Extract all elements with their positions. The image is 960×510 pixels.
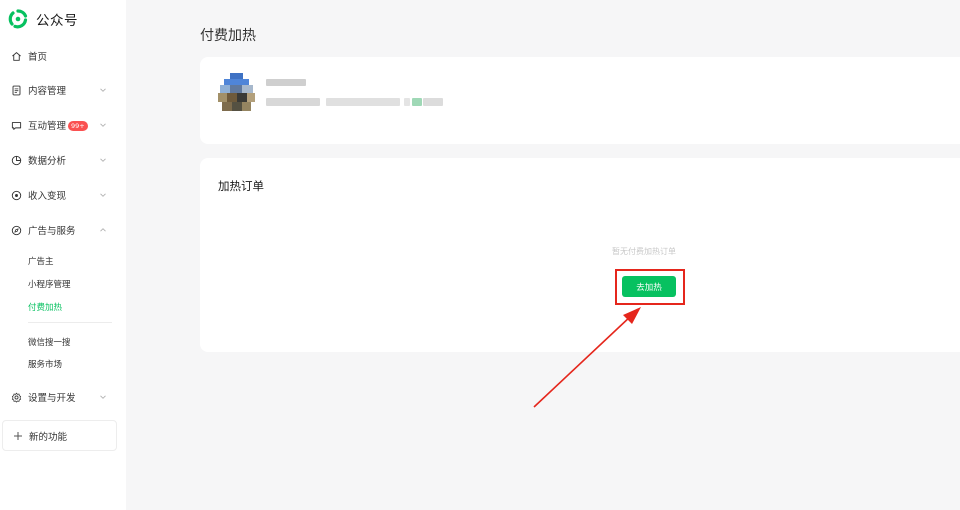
sidebar-item-label: 收入变现 (28, 191, 67, 202)
sidebar-item-content[interactable]: 内容管理 (0, 78, 126, 102)
boost-orders-card: 加热订单 暂无付费加热订单 去加热 (200, 158, 960, 352)
sidebar-item-analytics[interactable]: 数据分析 (0, 148, 126, 172)
chevron-down-icon[interactable] (98, 392, 108, 402)
sidebar-item-label: 设置与开发 (28, 393, 76, 404)
chevron-down-icon[interactable] (98, 190, 108, 200)
sidebar-item-label: 互动管理 (28, 121, 67, 132)
gear-icon (10, 391, 22, 403)
pie-chart-icon (10, 154, 22, 166)
empty-state-text: 暂无付费加热订单 (612, 247, 676, 256)
sidebar-item-ads-services[interactable]: 广告与服务 (0, 218, 126, 242)
notification-badge: 99+ (68, 121, 88, 131)
document-icon (10, 84, 22, 96)
sidebar-subitem-wechat-search[interactable]: 微信搜一搜 (28, 336, 71, 348)
chevron-down-icon[interactable] (98, 155, 108, 165)
account-info-blurred (266, 98, 320, 106)
account-tag-blurred (412, 98, 422, 106)
coin-icon (10, 189, 22, 201)
sidebar-item-label: 广告与服务 (28, 226, 76, 237)
account-name-blurred (266, 79, 306, 86)
sidebar-item-label: 内容管理 (28, 86, 67, 97)
chevron-down-icon[interactable] (98, 120, 108, 130)
sidebar-item-home[interactable]: 首页 (0, 44, 126, 68)
app-name: 公众号 (36, 13, 78, 29)
account-avatar[interactable] (218, 73, 255, 111)
sidebar-subitem-paid-boost[interactable]: 付费加热 (28, 301, 62, 313)
page-title: 付费加热 (200, 28, 256, 44)
app-logo[interactable]: 公众号 (8, 9, 78, 29)
chevron-down-icon[interactable] (98, 85, 108, 95)
account-info-blurred (326, 98, 400, 106)
sidebar-item-label: 首页 (28, 52, 48, 63)
wechat-official-account-logo-icon (8, 9, 28, 29)
go-boost-button[interactable]: 去加热 (622, 276, 676, 297)
sidebar-item-label-wrap: 互动管理 99+ (28, 118, 88, 132)
new-features-label: 新的功能 (29, 431, 68, 443)
plus-icon (13, 431, 23, 441)
sidebar: 公众号 首页 内容管理 互动管理 99+ 数据分析 收入变现 广告与服务 广告主… (0, 0, 126, 510)
sidebar-item-interaction[interactable]: 互动管理 99+ (0, 113, 126, 137)
sidebar-subitem-advertiser[interactable]: 广告主 (28, 255, 54, 267)
new-features-button[interactable]: 新的功能 (2, 420, 117, 451)
chevron-up-icon[interactable] (98, 225, 108, 235)
message-icon (10, 119, 22, 131)
section-title: 加热订单 (218, 179, 264, 193)
account-info-blurred (404, 98, 410, 106)
sidebar-item-monetization[interactable]: 收入变现 (0, 183, 126, 207)
compass-icon (10, 224, 22, 236)
divider (28, 322, 112, 323)
account-profile-card (200, 57, 960, 144)
sidebar-subitem-service-market[interactable]: 服务市场 (28, 358, 62, 370)
sidebar-item-settings-dev[interactable]: 设置与开发 (0, 385, 126, 409)
sidebar-item-label: 数据分析 (28, 156, 67, 167)
account-info-blurred (423, 98, 443, 106)
home-icon (10, 50, 22, 62)
sidebar-subitem-miniprogram-management[interactable]: 小程序管理 (28, 278, 71, 290)
